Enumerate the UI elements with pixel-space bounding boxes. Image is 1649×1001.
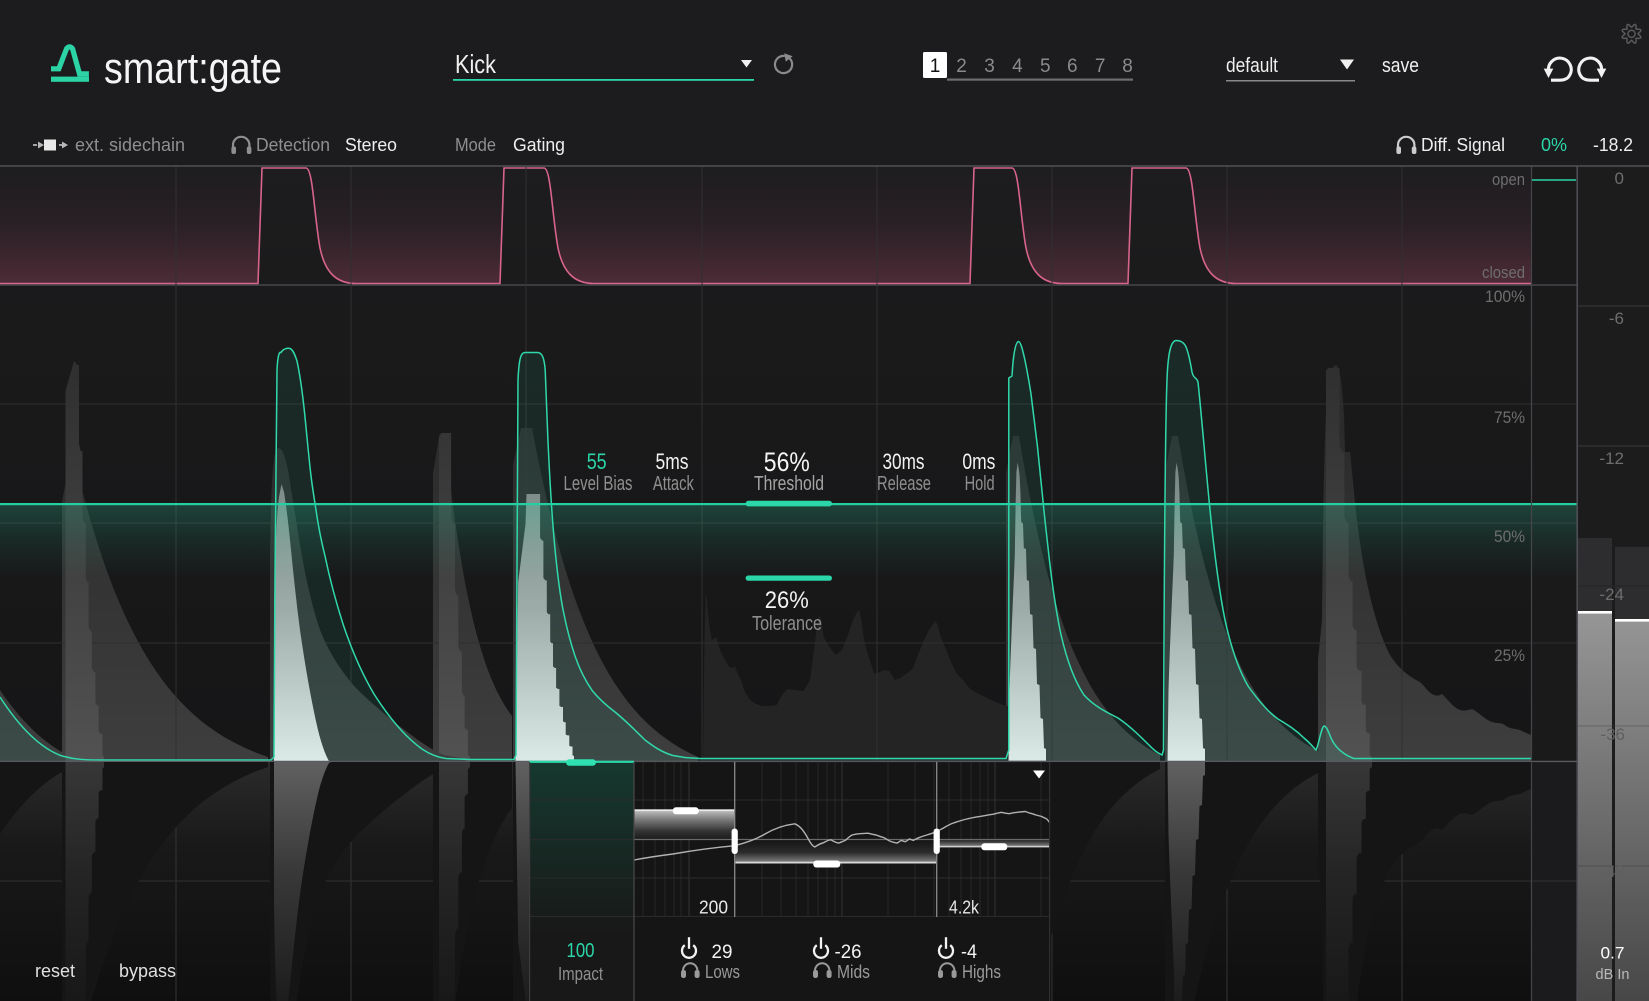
svg-text:-24: -24 — [1599, 585, 1624, 604]
svg-text:0ms: 0ms — [962, 449, 995, 474]
svg-text:75%: 75% — [1494, 408, 1525, 427]
svg-text:5: 5 — [1040, 56, 1051, 77]
svg-text:save: save — [1382, 55, 1419, 77]
svg-text:1: 1 — [930, 56, 941, 77]
svg-text:6: 6 — [1067, 56, 1078, 77]
svg-text:0: 0 — [1615, 169, 1624, 188]
svg-text:default: default — [1226, 55, 1278, 77]
svg-text:Gating: Gating — [513, 135, 565, 155]
svg-text:Lows: Lows — [705, 962, 740, 982]
svg-text:Detection: Detection — [256, 135, 330, 155]
svg-text:-48: -48 — [1600, 862, 1625, 881]
svg-text:smart:gate: smart:gate — [104, 44, 282, 93]
svg-text:25%: 25% — [1494, 646, 1525, 665]
svg-text:Tolerance: Tolerance — [752, 613, 822, 635]
svg-text:26%: 26% — [765, 587, 809, 614]
svg-text:Mode: Mode — [455, 135, 496, 155]
svg-text:0.7: 0.7 — [1601, 944, 1625, 963]
svg-text:30ms: 30ms — [883, 449, 925, 474]
svg-text:reset: reset — [35, 961, 75, 981]
svg-text:-4: -4 — [961, 942, 977, 963]
svg-text:Hold: Hold — [965, 473, 995, 495]
svg-text:7: 7 — [1095, 56, 1106, 77]
svg-text:Stereo: Stereo — [345, 135, 397, 155]
svg-text:29: 29 — [712, 942, 733, 963]
svg-text:100: 100 — [567, 940, 595, 962]
svg-text:Attack: Attack — [653, 473, 695, 495]
svg-text:Release: Release — [877, 473, 931, 495]
svg-text:Threshold: Threshold — [754, 473, 824, 495]
svg-text:ext. sidechain: ext. sidechain — [75, 135, 185, 155]
svg-text:dB In: dB In — [1596, 966, 1630, 983]
svg-text:100%: 100% — [1485, 287, 1525, 306]
svg-text:bypass: bypass — [119, 961, 176, 981]
svg-text:8: 8 — [1122, 56, 1133, 77]
svg-text:Kick: Kick — [455, 49, 497, 79]
svg-text:55: 55 — [587, 449, 607, 474]
svg-text:Level Bias: Level Bias — [564, 473, 633, 495]
svg-text:3: 3 — [984, 56, 995, 77]
svg-text:Mids: Mids — [837, 962, 870, 982]
svg-text:Diff. Signal: Diff. Signal — [1421, 135, 1505, 155]
svg-text:-18.2: -18.2 — [1593, 135, 1633, 155]
svg-text:closed: closed — [1482, 263, 1525, 282]
svg-text:0%: 0% — [1541, 135, 1567, 155]
svg-text:Highs: Highs — [962, 962, 1001, 982]
svg-text:200: 200 — [699, 898, 728, 918]
svg-text:open: open — [1492, 170, 1525, 189]
svg-text:2: 2 — [956, 56, 967, 77]
svg-text:-6: -6 — [1609, 309, 1624, 328]
svg-text:Impact: Impact — [558, 964, 603, 984]
svg-text:-26: -26 — [835, 942, 862, 963]
svg-text:4.2k: 4.2k — [949, 898, 980, 918]
svg-text:50%: 50% — [1494, 527, 1525, 546]
svg-text:5ms: 5ms — [656, 449, 689, 474]
svg-text:-12: -12 — [1599, 449, 1624, 468]
svg-text:-36: -36 — [1600, 725, 1625, 744]
svg-text:4: 4 — [1012, 56, 1023, 77]
